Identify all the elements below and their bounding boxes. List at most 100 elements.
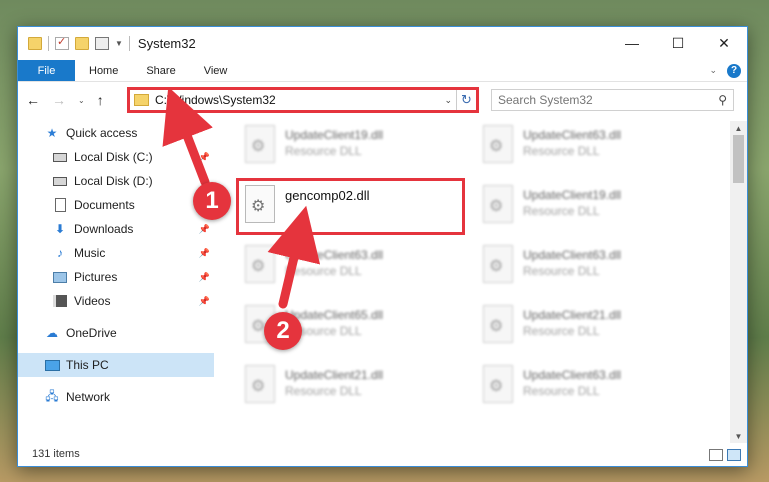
sidebar-item-label: OneDrive: [66, 326, 117, 340]
search-box[interactable]: ⚲: [491, 89, 734, 111]
dll-file-icon: [245, 245, 275, 283]
music-icon: ♪: [57, 246, 63, 260]
pin-icon[interactable]: 📌: [199, 272, 210, 283]
file-item[interactable]: UpdateClient21.dll Resource DLL: [477, 301, 705, 351]
tab-home[interactable]: Home: [75, 60, 132, 81]
sidebar-item-label: Downloads: [74, 222, 134, 236]
view-toggle: [709, 449, 741, 461]
details-view-icon[interactable]: [709, 449, 723, 461]
sidebar-item-onedrive[interactable]: ☁ OneDrive: [18, 321, 214, 345]
file-item[interactable]: UpdateClient63.dll Resource DLL: [477, 121, 705, 171]
address-path[interactable]: C:\Windows\System32: [155, 93, 276, 107]
pictures-icon: [52, 270, 68, 284]
sidebar-item-quick-access[interactable]: ★ Quick access: [18, 121, 214, 145]
tab-share[interactable]: Share: [132, 60, 189, 81]
file-name: UpdateClient21.dll: [285, 368, 384, 382]
file-type: Resource DLL: [523, 144, 600, 158]
file-item[interactable]: UpdateClient63.dll Resource DLL: [477, 241, 705, 291]
toolbar-separator: [128, 36, 130, 51]
back-arrow-icon[interactable]: ←: [26, 92, 40, 108]
annotation-step-1-badge: 1: [193, 182, 231, 220]
search-icon[interactable]: ⚲: [718, 93, 727, 107]
customize-toolbar-chevron-icon[interactable]: ▼: [115, 39, 123, 48]
sidebar-item-label: Videos: [74, 294, 111, 308]
pin-icon[interactable]: 📌: [199, 224, 210, 235]
file-type: Resource DLL: [285, 264, 362, 278]
recent-locations-chevron-icon[interactable]: ⌄: [78, 96, 85, 105]
new-folder-icon[interactable]: [75, 37, 89, 50]
file-item[interactable]: UpdateClient63.dll Resource DLL: [239, 241, 467, 291]
maximize-button[interactable]: ☐: [655, 27, 701, 59]
navigation-pane: ★ Quick access Local Disk (C:) 📌 Local D…: [18, 121, 214, 437]
vertical-scrollbar[interactable]: ▲ ▼: [730, 121, 747, 443]
pin-icon[interactable]: 📌: [199, 296, 210, 307]
sidebar-item-label: This PC: [66, 358, 109, 372]
file-name: UpdateClient63.dll: [523, 248, 622, 262]
file-name: UpdateClient65.dll: [285, 308, 384, 322]
folder-icon: [134, 94, 149, 106]
forward-arrow-icon[interactable]: →: [52, 92, 66, 108]
file-name: UpdateClient19.dll: [285, 128, 384, 142]
file-item[interactable]: UpdateClient19.dll Resource DLL: [477, 181, 705, 231]
network-icon: 🖧: [45, 388, 59, 403]
sidebar-item-this-pc[interactable]: This PC: [18, 353, 214, 377]
file-item[interactable]: UpdateClient19.dll Resource DLL: [239, 121, 467, 171]
sidebar-item-pictures[interactable]: Pictures 📌: [18, 265, 214, 289]
close-button[interactable]: ✕: [701, 27, 747, 59]
pin-icon[interactable]: 📌: [199, 152, 210, 163]
status-bar: 131 items: [18, 442, 747, 466]
search-input[interactable]: [498, 93, 698, 107]
file-item-gencomp02[interactable]: gencomp02.dll: [236, 178, 465, 235]
scroll-down-icon[interactable]: ▼: [730, 429, 747, 443]
file-type: Resource DLL: [523, 324, 600, 338]
sidebar-item-label: Music: [74, 246, 106, 260]
tab-view[interactable]: View: [190, 60, 242, 81]
address-row: ← → ⌄ ↑ C:\Windows\System32 ⌄ ↻ ⚲: [18, 83, 747, 117]
expand-ribbon-chevron-icon[interactable]: ⌄: [709, 65, 717, 76]
refresh-icon[interactable]: ↻: [456, 90, 476, 110]
file-item[interactable]: UpdateClient21.dll Resource DLL: [239, 361, 467, 411]
file-type: Resource DLL: [285, 144, 362, 158]
scroll-up-icon[interactable]: ▲: [730, 121, 747, 135]
computer-icon: [44, 358, 60, 372]
sidebar-item-label: Local Disk (C:): [74, 150, 153, 164]
folder-icon[interactable]: [28, 37, 42, 50]
pin-icon[interactable]: 📌: [199, 248, 210, 259]
file-item[interactable]: UpdateClient63.dll Resource DLL: [477, 361, 705, 411]
window-title: System32: [137, 36, 196, 51]
sidebar-item-videos[interactable]: Videos 📌: [18, 289, 214, 313]
sidebar-item-label: Pictures: [74, 270, 118, 284]
sidebar-item-local-disk-c[interactable]: Local Disk (C:) 📌: [18, 145, 214, 169]
help-icon[interactable]: ?: [727, 63, 741, 78]
dll-file-icon: [245, 365, 275, 403]
cloud-icon: ☁: [46, 326, 58, 340]
minimize-button[interactable]: —: [609, 27, 655, 59]
large-icons-view-icon[interactable]: [727, 449, 741, 461]
sidebar-item-downloads[interactable]: ⬇ Downloads 📌: [18, 217, 214, 241]
properties-icon[interactable]: [95, 37, 109, 50]
sidebar-item-music[interactable]: ♪ Music 📌: [18, 241, 214, 265]
sidebar-item-label: Documents: [74, 198, 135, 212]
file-name: UpdateClient19.dll: [523, 188, 622, 202]
tab-file[interactable]: File: [18, 60, 75, 81]
title-bar: ▼ System32 — ☐ ✕: [18, 27, 747, 60]
sidebar-item-local-disk-d[interactable]: Local Disk (D:): [18, 169, 214, 193]
file-name: UpdateClient63.dll: [523, 128, 622, 142]
up-arrow-icon[interactable]: ↑: [97, 92, 104, 108]
annotation-step-2-badge: 2: [264, 312, 302, 350]
address-bar[interactable]: C:\Windows\System32 ⌄ ↻: [127, 87, 479, 113]
sidebar-item-documents[interactable]: Documents 📌: [18, 193, 214, 217]
dll-file-icon: [245, 125, 275, 163]
drive-icon: [52, 150, 68, 164]
drive-icon: [52, 174, 68, 188]
file-explorer-window: ▼ System32 — ☐ ✕ File Home Share View ⌄ …: [17, 26, 748, 467]
file-name: UpdateClient21.dll: [523, 308, 622, 322]
address-dropdown-chevron-icon[interactable]: ⌄: [440, 95, 456, 106]
properties-check-icon[interactable]: [55, 35, 69, 50]
dll-file-icon: [483, 185, 513, 223]
scrollbar-thumb[interactable]: [733, 135, 744, 183]
videos-icon: [52, 294, 68, 308]
dll-file-icon: [483, 305, 513, 343]
sidebar-item-network[interactable]: 🖧 Network: [18, 385, 214, 409]
navigation-buttons: ← → ⌄ ↑: [26, 92, 104, 108]
